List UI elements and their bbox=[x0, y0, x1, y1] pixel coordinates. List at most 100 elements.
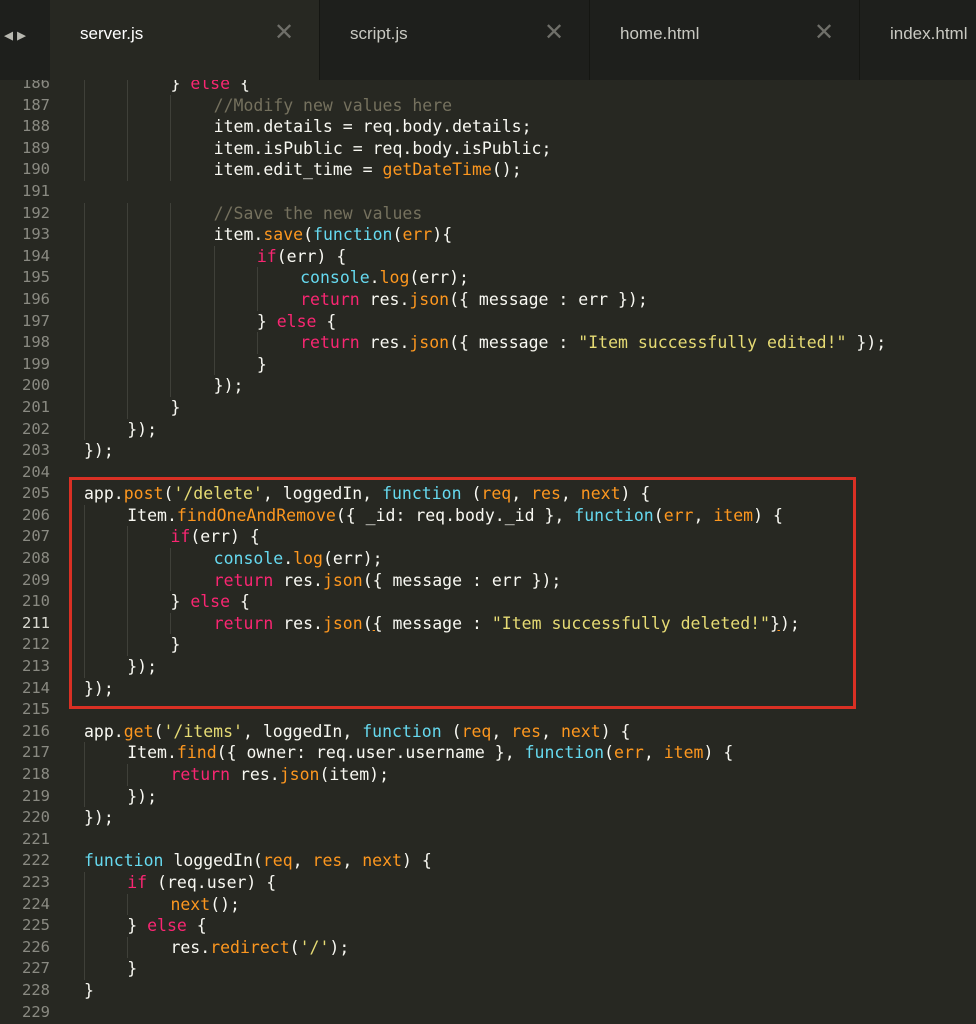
code-token: '/items' bbox=[163, 721, 243, 741]
code-line[interactable]: 205 app.post('/delete', loggedIn, functio… bbox=[0, 483, 976, 505]
code-line[interactable]: 198 return res.json({ message : "Item suc… bbox=[0, 332, 976, 354]
code-token: findOneAndRemove bbox=[176, 505, 336, 525]
indent-guide bbox=[170, 137, 172, 160]
code-line[interactable]: 191 bbox=[0, 181, 976, 203]
code-line[interactable]: 193 item.save(function(err){ bbox=[0, 224, 976, 246]
code-line[interactable]: 208 console.log(err); bbox=[0, 548, 976, 570]
code-line[interactable]: 202}); bbox=[0, 418, 976, 441]
close-icon[interactable]: ✕ bbox=[543, 21, 565, 45]
code-token: json bbox=[409, 333, 450, 353]
indent-guide bbox=[170, 159, 172, 181]
back-arrow-icon[interactable]: ◀ bbox=[4, 26, 17, 44]
indent-guide bbox=[213, 310, 215, 333]
line-number: 206 bbox=[22, 505, 50, 524]
forward-arrow-icon[interactable]: ▶ bbox=[17, 26, 30, 44]
code-token: ({ _id: req.body._id }, bbox=[335, 505, 575, 525]
code-line[interactable]: 188 item.details = req.body.details; bbox=[0, 116, 976, 138]
code-line[interactable]: 197} else { bbox=[0, 310, 976, 333]
code-line[interactable]: 228} bbox=[0, 980, 976, 1002]
indent-guide bbox=[84, 936, 85, 959]
code-line[interactable]: 222 function loggedIn(req, res, next) { bbox=[0, 850, 976, 872]
code-line[interactable]: 195 console.log(err); bbox=[0, 267, 976, 289]
indent-guide bbox=[170, 353, 172, 376]
code-line[interactable]: 194 if(err) { bbox=[0, 245, 976, 268]
code-line[interactable]: 216 app.get('/items', loggedIn, function … bbox=[0, 721, 976, 743]
line-number: 193 bbox=[22, 225, 50, 244]
line-number: 189 bbox=[22, 138, 50, 157]
indent-guide bbox=[213, 267, 215, 289]
code-line[interactable]: 224 next(); bbox=[0, 893, 976, 916]
indent-guide bbox=[84, 548, 85, 570]
tab-home-html[interactable]: home.html ✕ bbox=[590, 0, 860, 80]
code-token: req bbox=[481, 484, 512, 504]
close-icon[interactable]: ✕ bbox=[813, 21, 835, 45]
code-line[interactable]: 225} else { bbox=[0, 915, 976, 937]
code-token: if bbox=[256, 246, 277, 266]
code-line[interactable]: 217 Item.find({ owner: req.user.username … bbox=[0, 742, 976, 764]
code-line[interactable]: 187 //Modify new values here bbox=[0, 94, 976, 117]
code-token: post bbox=[123, 484, 164, 504]
line-number: 221 bbox=[22, 829, 50, 848]
close-icon[interactable]: ✕ bbox=[273, 21, 295, 45]
indent-guide bbox=[127, 245, 129, 268]
code-text: return res.json(item); bbox=[170, 764, 389, 786]
indent-guide bbox=[84, 418, 85, 441]
code-text: }); bbox=[127, 786, 157, 808]
code-token: function bbox=[382, 484, 462, 504]
code-line[interactable]: 190 item.edit_time = getDateTime(); bbox=[0, 159, 976, 181]
code-line[interactable]: 209 return res.json({ message : err }); bbox=[0, 569, 976, 592]
code-token: ) { bbox=[620, 484, 651, 504]
line-number: 192 bbox=[22, 203, 50, 222]
code-line[interactable]: 213}); bbox=[0, 656, 976, 678]
code-token: redirect bbox=[210, 937, 290, 957]
code-line[interactable]: 226 res.redirect('/'); bbox=[0, 936, 976, 959]
code-line[interactable]: 192 //Save the new values bbox=[0, 202, 976, 225]
code-line[interactable]: 210} else { bbox=[0, 591, 976, 613]
code-line[interactable]: 196 return res.json({ message : err }); bbox=[0, 288, 976, 311]
line-number: 208 bbox=[22, 549, 50, 568]
code-line[interactable]: 199} bbox=[0, 353, 976, 376]
tab-script-js[interactable]: script.js ✕ bbox=[320, 0, 590, 80]
code-token: next bbox=[362, 851, 402, 871]
tab-server-js[interactable]: server.js ✕ bbox=[50, 0, 320, 80]
indent-guide bbox=[84, 116, 85, 138]
code-line[interactable]: 227} bbox=[0, 958, 976, 980]
code-line[interactable]: 189 item.isPublic = req.body.isPublic; bbox=[0, 137, 976, 160]
code-line[interactable]: 207 if(err) { bbox=[0, 526, 976, 549]
code-token: json bbox=[322, 570, 363, 590]
code-text: }); bbox=[84, 807, 114, 829]
code-token: ); bbox=[779, 613, 800, 633]
code-line[interactable]: 221 bbox=[0, 829, 976, 851]
code-token: res bbox=[312, 851, 343, 871]
code-text: console.log(err); bbox=[214, 548, 383, 570]
code-line[interactable]: 220}); bbox=[0, 807, 976, 829]
code-line[interactable]: 186} else { bbox=[0, 80, 976, 95]
code-token: getDateTime bbox=[382, 160, 492, 180]
line-number: 225 bbox=[22, 916, 50, 935]
code-token: }); bbox=[127, 786, 158, 806]
code-line[interactable]: 206 Item.findOneAndRemove({ _id: req.body… bbox=[0, 504, 976, 527]
indent-guide bbox=[213, 245, 215, 268]
code-line[interactable]: 218 return res.json(item); bbox=[0, 764, 976, 786]
code-line[interactable]: 214}); bbox=[0, 678, 976, 700]
indent-guide bbox=[84, 375, 85, 397]
code-line[interactable]: 212} bbox=[0, 634, 976, 657]
code-line[interactable]: 229 bbox=[0, 1002, 976, 1024]
code-line[interactable]: 204 bbox=[0, 462, 976, 484]
code-token: item.details = req.body.details; bbox=[213, 117, 532, 137]
code-line[interactable]: 223 if (req.user) { bbox=[0, 871, 976, 894]
code-text: res.redirect('/'); bbox=[170, 937, 349, 959]
code-token: , bbox=[342, 851, 363, 871]
indent-guide bbox=[127, 224, 129, 246]
code-line[interactable]: 219}); bbox=[0, 785, 976, 808]
code-line[interactable]: 211 return res.json({ message : "Item suc… bbox=[0, 612, 976, 635]
code-line[interactable]: 203}); bbox=[0, 440, 976, 462]
code-line[interactable]: 201} bbox=[0, 396, 976, 419]
line-number: 220 bbox=[22, 808, 50, 827]
code-line[interactable]: 200}); bbox=[0, 375, 976, 397]
code-token: item.edit_time = bbox=[213, 160, 383, 180]
code-line[interactable]: 215 bbox=[0, 699, 976, 721]
code-token: next bbox=[170, 894, 211, 914]
tab-index-html[interactable]: index.html bbox=[860, 0, 976, 80]
code-editor[interactable]: 186} else {187//Modify new values here 18… bbox=[0, 80, 976, 1024]
